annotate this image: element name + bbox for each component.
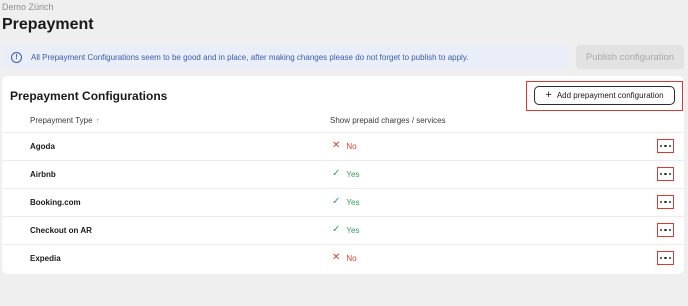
info-icon: !: [11, 51, 22, 63]
more-horizontal-icon: [659, 228, 672, 232]
status-label: Yes: [346, 169, 360, 179]
prepayment-configurations-card: Prepayment Configurations + Add prepayme…: [2, 76, 684, 274]
status-label: Yes: [346, 197, 360, 207]
dot: [664, 144, 667, 148]
status-label: No: [346, 141, 357, 151]
dot: [659, 144, 663, 148]
prepayment-type-name: Booking.com: [30, 198, 81, 207]
row-more-actions-button[interactable]: [657, 167, 674, 181]
dot: [664, 172, 667, 176]
prepayment-type-name: Agoda: [30, 142, 55, 151]
show-prepaid-status: ✕ No: [332, 253, 357, 263]
add-button-label: Add prepayment configuration: [556, 91, 664, 100]
prepayment-type-name: Expedia: [30, 254, 61, 263]
dot: [664, 256, 667, 260]
dot: [664, 200, 667, 204]
dot: [668, 256, 672, 260]
show-prepaid-status: ✓ Yes: [332, 225, 359, 235]
plus-icon: +: [545, 89, 552, 101]
dot: [659, 228, 663, 232]
column-header-label: Prepayment Type: [30, 116, 93, 125]
table-row: Airbnb ✓ Yes: [2, 160, 684, 188]
table-row: Booking.com ✓ Yes: [2, 188, 684, 216]
dot: [659, 200, 663, 204]
check-icon: ✓: [332, 224, 341, 235]
dot: [664, 228, 667, 232]
column-header-prepayment-type[interactable]: Prepayment Type ↑: [30, 116, 100, 125]
row-more-actions-button[interactable]: [657, 223, 674, 237]
show-prepaid-status: ✓ Yes: [332, 169, 359, 179]
prepayment-type-name: Checkout on AR: [30, 226, 92, 235]
table-row: Checkout on AR ✓ Yes: [2, 216, 684, 244]
more-horizontal-icon: [659, 144, 672, 148]
cross-icon: ✕: [332, 140, 341, 151]
publish-configuration-button[interactable]: Publish configuration: [576, 45, 684, 69]
row-more-actions-button[interactable]: [657, 195, 674, 209]
show-prepaid-status: ✕ No: [332, 141, 357, 151]
dot: [659, 256, 663, 260]
more-horizontal-icon: [659, 200, 672, 204]
more-horizontal-icon: [659, 172, 672, 176]
status-label: No: [346, 253, 357, 263]
section-title: Prepayment Configurations: [10, 89, 168, 103]
dot: [668, 144, 672, 148]
more-horizontal-icon: [659, 256, 672, 260]
row-more-actions-button[interactable]: [657, 251, 674, 265]
check-icon: ✓: [332, 168, 341, 179]
show-prepaid-status: ✓ Yes: [332, 197, 359, 207]
status-label: Yes: [346, 225, 360, 235]
dot: [668, 228, 672, 232]
prepayment-type-name: Airbnb: [30, 170, 56, 179]
column-header-show-prepaid: Show prepaid charges / services: [330, 116, 446, 125]
add-prepayment-configuration-button[interactable]: + Add prepayment configuration: [534, 86, 675, 105]
arrow-up-icon[interactable]: ↑: [96, 116, 100, 125]
dot: [668, 172, 672, 176]
breadcrumb[interactable]: Demo Zürich: [2, 2, 54, 12]
cross-icon: ✕: [332, 252, 341, 263]
info-banner-text: All Prepayment Configurations seem to be…: [31, 52, 469, 62]
table-row: Expedia ✕ No: [2, 244, 684, 272]
row-more-actions-button[interactable]: [657, 139, 674, 153]
info-banner: ! All Prepayment Configurations seem to …: [2, 45, 568, 69]
page-title: Prepayment: [2, 16, 94, 33]
dot: [668, 200, 672, 204]
check-icon: ✓: [332, 196, 341, 207]
dot: [659, 172, 663, 176]
table-row: Agoda ✕ No: [2, 132, 684, 160]
